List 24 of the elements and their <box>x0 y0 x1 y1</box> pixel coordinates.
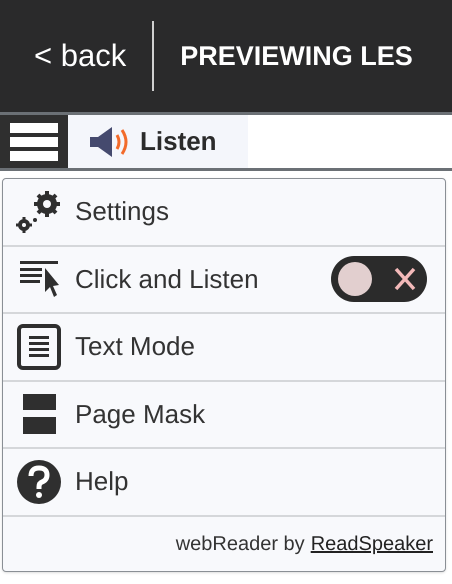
click-listen-icon <box>17 259 61 300</box>
menu-item-label: Click and Listen <box>75 262 259 296</box>
menu-item[interactable]: Text Mode <box>3 314 445 382</box>
menu-item-label: Text Mode <box>75 330 195 364</box>
menu-item-label: Settings <box>75 195 169 228</box>
menu-item[interactable]: Help <box>3 449 445 516</box>
speaker-icon <box>88 124 130 158</box>
page-mask-icon <box>21 393 57 436</box>
credit-text: webReader by <box>176 532 305 556</box>
menu-item[interactable]: Settings <box>3 179 445 246</box>
menu-item-label: Help <box>75 465 128 498</box>
menu-icon <box>9 122 59 162</box>
help-icon <box>16 458 62 505</box>
menu-item[interactable]: Page Mask <box>3 382 445 449</box>
gears-icon <box>15 190 63 234</box>
menu-item[interactable]: Click and Listen <box>3 246 445 314</box>
back-link[interactable]: < back <box>34 32 126 80</box>
page-title: PREVIEWING LES <box>180 40 413 73</box>
menu-item-label: Page Mask <box>75 398 206 431</box>
document-icon <box>17 324 61 370</box>
listen-button[interactable]: Listen <box>68 115 248 168</box>
toggle-switch[interactable] <box>331 256 427 302</box>
readspeaker-link[interactable]: ReadSpeaker <box>310 528 433 558</box>
menu-button[interactable] <box>0 115 68 168</box>
